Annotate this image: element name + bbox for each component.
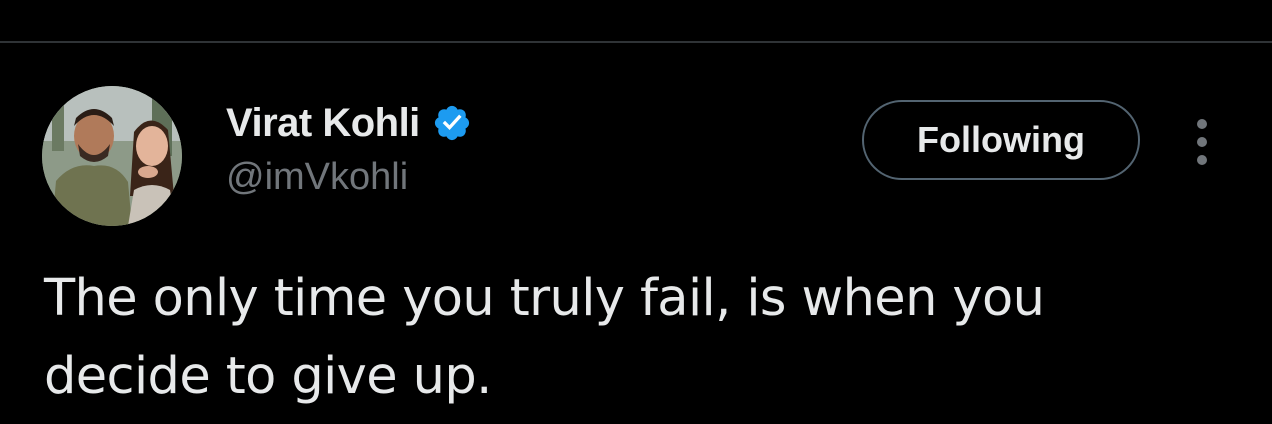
more-dot [1197,155,1207,165]
author-name-row: Virat Kohli [226,100,472,146]
more-dot [1197,119,1207,129]
avatar-photo [42,86,182,226]
verified-badge-icon [434,105,469,141]
top-divider [0,41,1272,43]
more-dot [1197,137,1207,147]
tweet-text: The only time you truly fail, is when yo… [44,269,1045,406]
author-display-name[interactable]: Virat Kohli [226,101,420,146]
more-options-icon[interactable] [1184,116,1220,168]
author-handle[interactable]: @imVkohli [226,156,408,199]
following-button[interactable]: Following [862,100,1140,180]
avatar[interactable] [42,86,182,226]
